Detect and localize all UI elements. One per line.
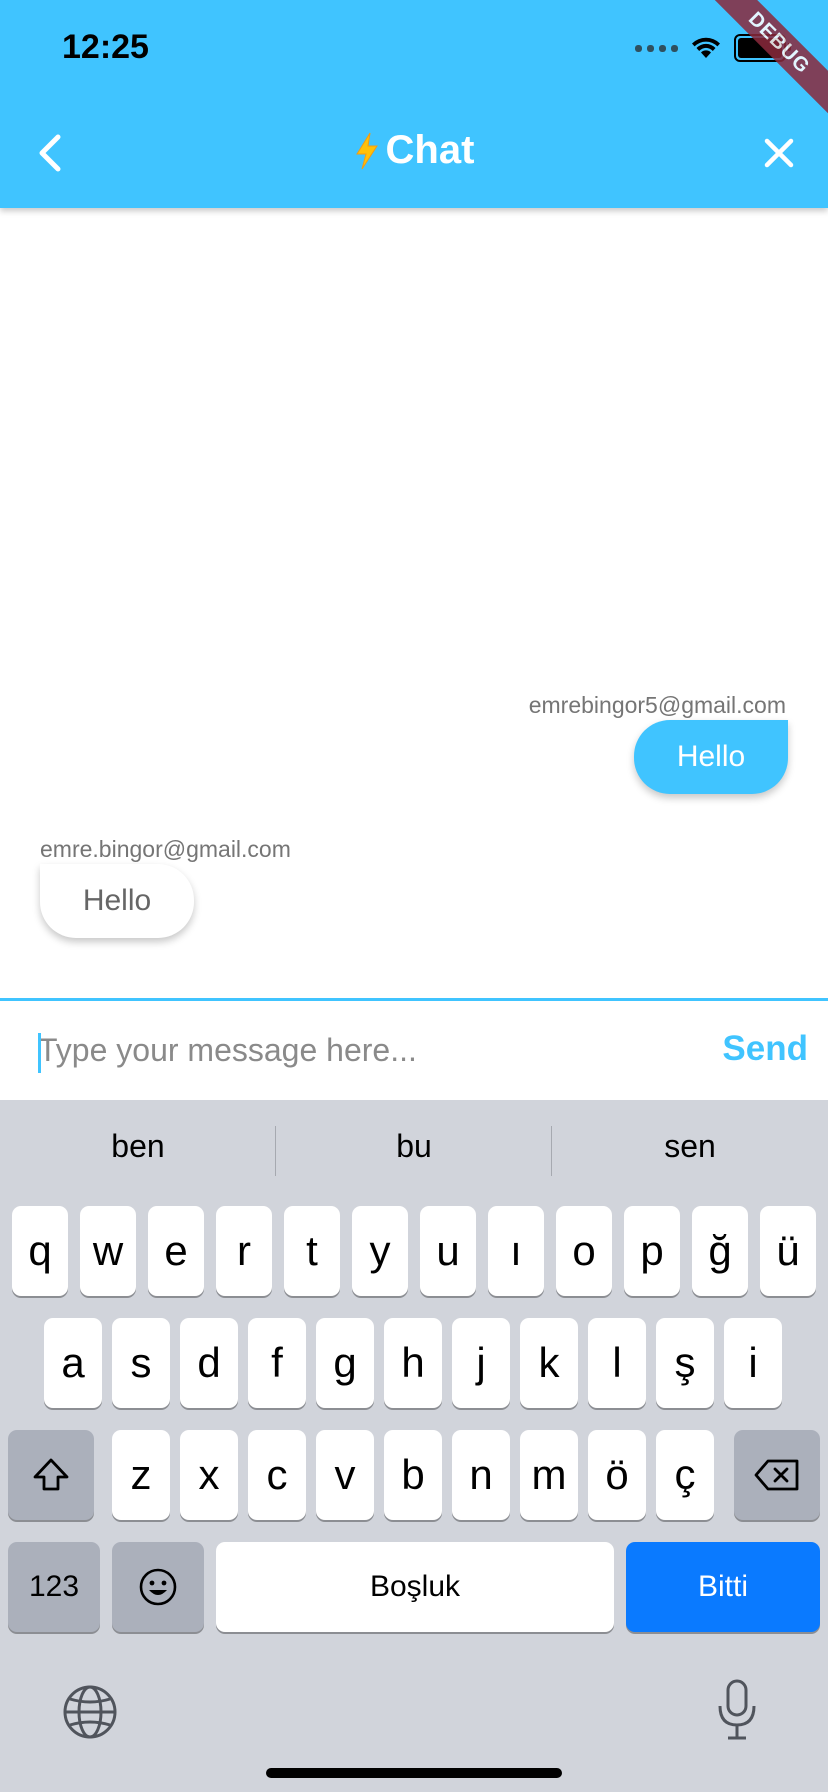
key[interactable]: z: [112, 1430, 170, 1520]
suggestion-item[interactable]: ben: [0, 1128, 276, 1165]
key[interactable]: h: [384, 1318, 442, 1408]
key[interactable]: p: [624, 1206, 680, 1296]
numbers-key[interactable]: 123: [8, 1542, 100, 1632]
key[interactable]: d: [180, 1318, 238, 1408]
lightning-icon: [355, 132, 378, 169]
done-key[interactable]: Bitti: [626, 1542, 820, 1632]
key[interactable]: b: [384, 1430, 442, 1520]
suggestion-item[interactable]: sen: [552, 1128, 828, 1165]
key[interactable]: n: [452, 1430, 510, 1520]
emoji-key[interactable]: [112, 1542, 204, 1632]
send-button[interactable]: Send: [722, 1029, 808, 1069]
shift-icon: [33, 1458, 69, 1491]
key[interactable]: s: [112, 1318, 170, 1408]
close-button[interactable]: [754, 128, 804, 178]
key[interactable]: ö: [588, 1430, 646, 1520]
message-bubble-received: Hello: [40, 864, 194, 938]
key[interactable]: l: [588, 1318, 646, 1408]
key[interactable]: ü: [760, 1206, 816, 1296]
key[interactable]: y: [352, 1206, 408, 1296]
suggestion-item[interactable]: bu: [276, 1128, 552, 1165]
microphone-icon: [718, 1679, 756, 1740]
key[interactable]: m: [520, 1430, 578, 1520]
key[interactable]: o: [556, 1206, 612, 1296]
key[interactable]: ş: [656, 1318, 714, 1408]
space-key[interactable]: Boşluk: [216, 1542, 614, 1632]
status-time: 12:25: [62, 28, 149, 66]
message-input-bar: Send: [0, 998, 828, 1100]
key[interactable]: f: [248, 1318, 306, 1408]
key[interactable]: ı: [488, 1206, 544, 1296]
message-input[interactable]: [38, 1015, 678, 1085]
key[interactable]: t: [284, 1206, 340, 1296]
message-sender: emrebingor5@gmail.com: [528, 692, 786, 718]
key[interactable]: u: [420, 1206, 476, 1296]
key[interactable]: w: [80, 1206, 136, 1296]
key[interactable]: q: [12, 1206, 68, 1296]
keyboard: ben bu sen q w e r t y u ı o p ğ ü a s d…: [0, 1100, 828, 1792]
key[interactable]: g: [316, 1318, 374, 1408]
message-sender: emre.bingor@gmail.com: [40, 836, 291, 862]
key[interactable]: ğ: [692, 1206, 748, 1296]
home-indicator[interactable]: [266, 1768, 562, 1778]
key[interactable]: v: [316, 1430, 374, 1520]
key[interactable]: c: [248, 1430, 306, 1520]
close-icon: [764, 138, 794, 168]
cellular-signal-icon: [635, 44, 678, 52]
key[interactable]: x: [180, 1430, 238, 1520]
globe-button[interactable]: [62, 1684, 118, 1740]
globe-icon: [63, 1685, 117, 1739]
dictation-button[interactable]: [716, 1678, 758, 1742]
key[interactable]: a: [44, 1318, 102, 1408]
backspace-key[interactable]: [734, 1430, 820, 1520]
message-bubble-sent: Hello: [634, 720, 788, 794]
wifi-icon: [692, 37, 720, 58]
page-title-text: Chat: [385, 128, 475, 172]
page-title: Chat: [0, 128, 828, 173]
key[interactable]: ç: [656, 1430, 714, 1520]
app-bar: 12:25 DEBUG Chat: [0, 0, 828, 208]
text-cursor: [38, 1033, 41, 1073]
backspace-icon: [754, 1459, 799, 1491]
emoji-icon: [139, 1568, 177, 1606]
key[interactable]: j: [452, 1318, 510, 1408]
key[interactable]: i: [724, 1318, 782, 1408]
key[interactable]: r: [216, 1206, 272, 1296]
key[interactable]: e: [148, 1206, 204, 1296]
key[interactable]: k: [520, 1318, 578, 1408]
shift-key[interactable]: [8, 1430, 94, 1520]
